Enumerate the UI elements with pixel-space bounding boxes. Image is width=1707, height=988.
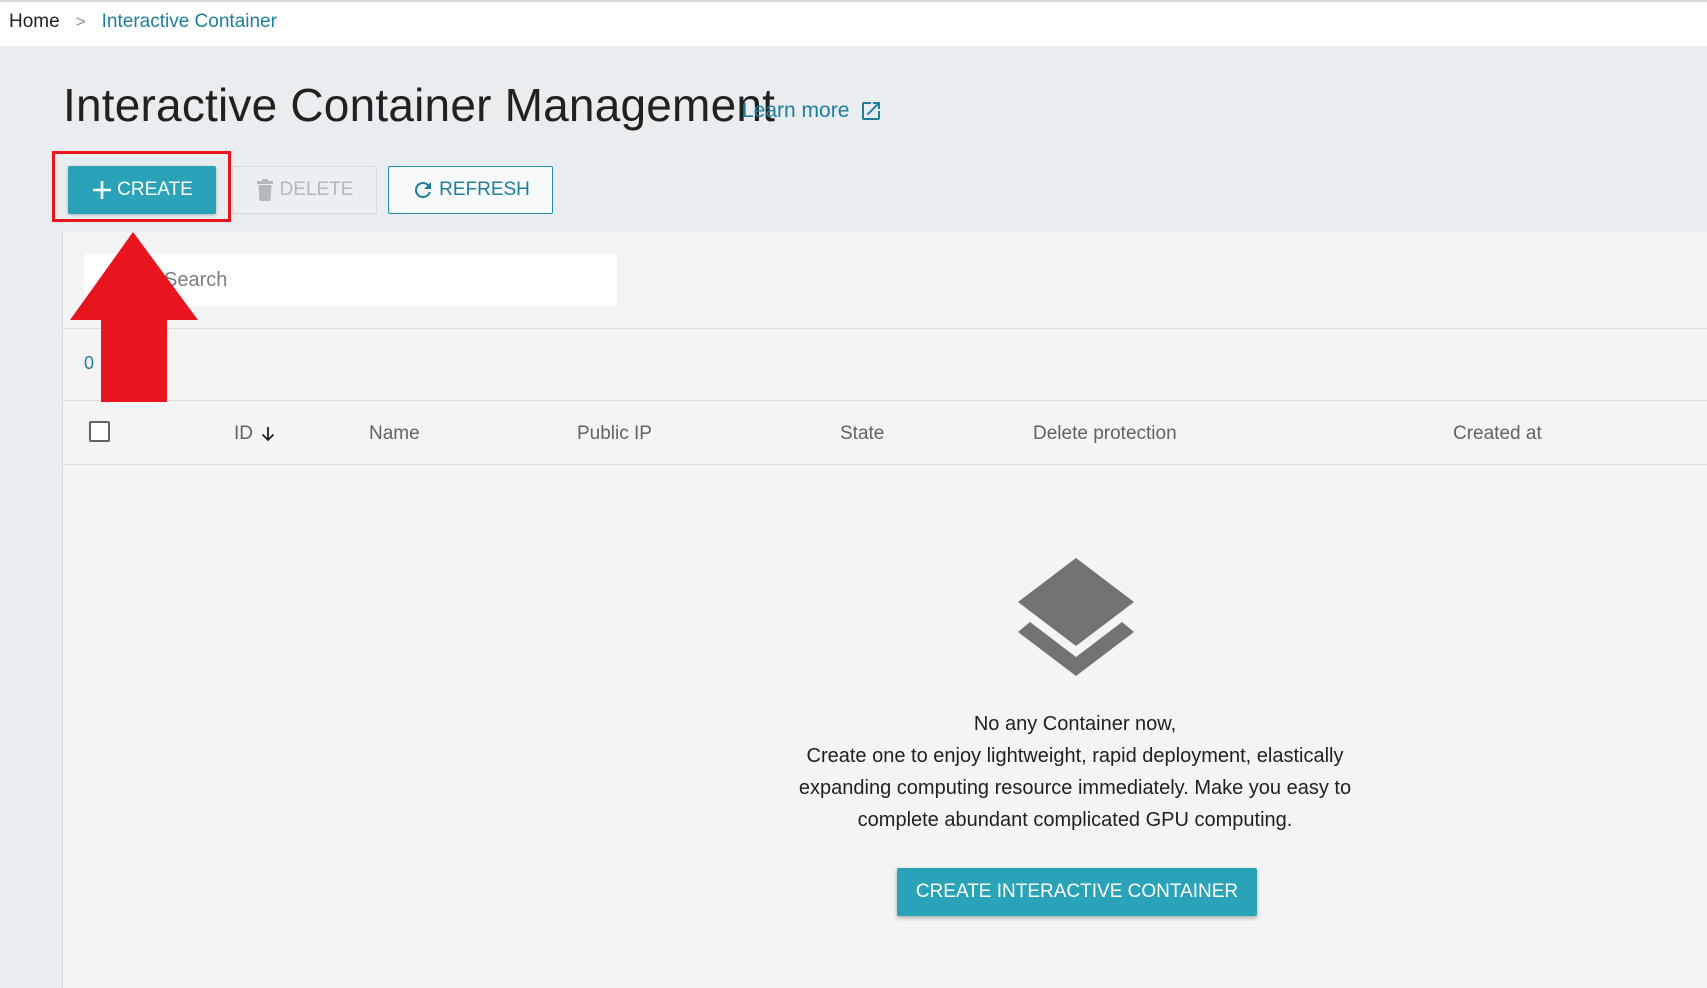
empty-state-line: expanding computing resource immediately… bbox=[798, 777, 1352, 799]
breadcrumb-current[interactable]: Interactive Container bbox=[102, 10, 277, 34]
divider bbox=[63, 328, 1707, 329]
learn-more-link[interactable]: Learn more bbox=[742, 96, 883, 126]
breadcrumb: Home > Interactive Container bbox=[9, 10, 277, 34]
trash-icon bbox=[256, 179, 273, 201]
create-button[interactable]: CREATE bbox=[68, 166, 216, 214]
column-header-name[interactable]: Name bbox=[369, 423, 420, 445]
divider bbox=[63, 464, 1707, 465]
create-button-label: CREATE bbox=[117, 179, 193, 200]
delete-button-label: DELETE bbox=[279, 179, 354, 200]
delete-button[interactable]: DELETE bbox=[232, 166, 377, 214]
external-link-icon bbox=[862, 102, 881, 120]
column-header-state[interactable]: State bbox=[840, 423, 884, 445]
empty-state-line: complete abundant complicated GPU comput… bbox=[857, 809, 1293, 831]
empty-state-line: Create one to enjoy lightweight, rapid d… bbox=[806, 745, 1344, 767]
arrow-down-icon bbox=[261, 427, 275, 442]
column-header-id[interactable]: ID bbox=[234, 423, 277, 445]
column-header-label: Delete protection bbox=[1033, 423, 1177, 444]
annotation-arrow-icon bbox=[70, 232, 198, 402]
refresh-button-label: REFRESH bbox=[439, 179, 530, 200]
table-header: ID Name Public IP State Delete protectio… bbox=[63, 401, 1707, 464]
column-header-delete-protection[interactable]: Delete protection bbox=[1033, 423, 1177, 445]
breadcrumb-home[interactable]: Home bbox=[9, 10, 60, 34]
content-panel bbox=[62, 232, 1707, 988]
empty-state-line: No any Container now, bbox=[973, 713, 1177, 735]
breadcrumb-separator: > bbox=[75, 12, 86, 31]
column-header-label: ID bbox=[234, 423, 253, 444]
create-interactive-container-button[interactable]: CREATE INTERACTIVE CONTAINER bbox=[897, 868, 1257, 916]
column-header-public-ip[interactable]: Public IP bbox=[577, 423, 652, 445]
refresh-icon bbox=[415, 181, 432, 198]
column-header-label: Name bbox=[369, 423, 420, 444]
top-bar: Home > Interactive Container bbox=[0, 0, 1707, 46]
select-all-checkbox[interactable] bbox=[89, 421, 110, 442]
plus-icon bbox=[93, 181, 112, 199]
page-title: Interactive Container Management bbox=[63, 79, 776, 131]
empty-state-message: No any Container now, Create one to enjo… bbox=[760, 708, 1390, 836]
column-header-label: Created at bbox=[1453, 423, 1542, 444]
learn-more-label: Learn more bbox=[742, 99, 850, 122]
refresh-button[interactable]: REFRESH bbox=[388, 166, 553, 214]
column-header-label: Public IP bbox=[577, 423, 652, 444]
column-header-label: State bbox=[840, 423, 885, 444]
column-header-created-at[interactable]: Created at bbox=[1453, 423, 1542, 445]
layers-icon bbox=[1018, 558, 1134, 676]
